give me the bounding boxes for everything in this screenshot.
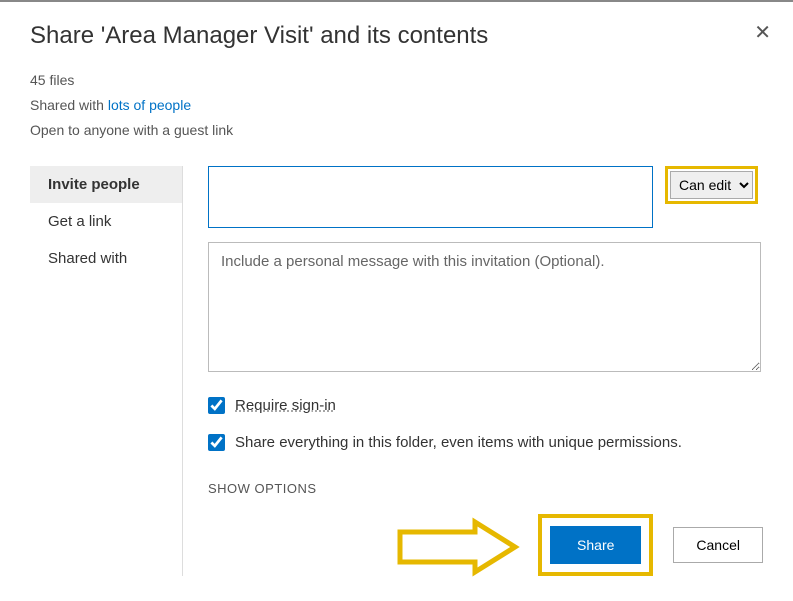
show-options-toggle[interactable]: SHOW OPTIONS xyxy=(208,481,763,496)
dialog-meta: 45 files Shared with lots of people Open… xyxy=(30,68,763,144)
people-input[interactable] xyxy=(208,166,653,228)
close-icon[interactable]: ✕ xyxy=(754,20,771,45)
share-button-highlight: Share xyxy=(538,514,653,576)
guest-link-text: Open to anyone with a guest link xyxy=(30,118,763,143)
share-everything-checkbox[interactable] xyxy=(208,434,225,451)
sidebar: Invite people Get a link Shared with xyxy=(30,166,183,576)
cancel-button[interactable]: Cancel xyxy=(673,527,763,563)
sidebar-item-label: Invite people xyxy=(48,176,140,193)
sidebar-item-shared-with[interactable]: Shared with xyxy=(30,240,182,277)
sidebar-item-get-a-link[interactable]: Get a link xyxy=(30,203,182,240)
sidebar-item-invite-people[interactable]: Invite people xyxy=(30,166,182,203)
sidebar-item-label: Shared with xyxy=(48,250,127,267)
shared-with-prefix: Shared with xyxy=(30,97,108,113)
share-everything-label: Share everything in this folder, even it… xyxy=(235,434,682,451)
require-signin-label: Require sign-in xyxy=(235,397,336,414)
message-input[interactable] xyxy=(208,242,761,372)
share-dialog: ✕ Share 'Area Manager Visit' and its con… xyxy=(0,2,793,601)
permission-highlight: Can edit xyxy=(665,166,758,204)
share-button[interactable]: Share xyxy=(550,526,641,564)
file-count: 45 files xyxy=(30,68,763,93)
shared-with-line: Shared with lots of people xyxy=(30,93,763,118)
dialog-title: Share 'Area Manager Visit' and its conte… xyxy=(30,22,763,50)
annotation-arrow-icon xyxy=(395,517,525,577)
invite-panel: Can edit Require sign-in Share everythin… xyxy=(183,166,763,576)
sidebar-item-label: Get a link xyxy=(48,213,111,230)
permission-select[interactable]: Can edit xyxy=(670,171,753,199)
require-signin-checkbox[interactable] xyxy=(208,397,225,414)
shared-with-link[interactable]: lots of people xyxy=(108,97,191,113)
